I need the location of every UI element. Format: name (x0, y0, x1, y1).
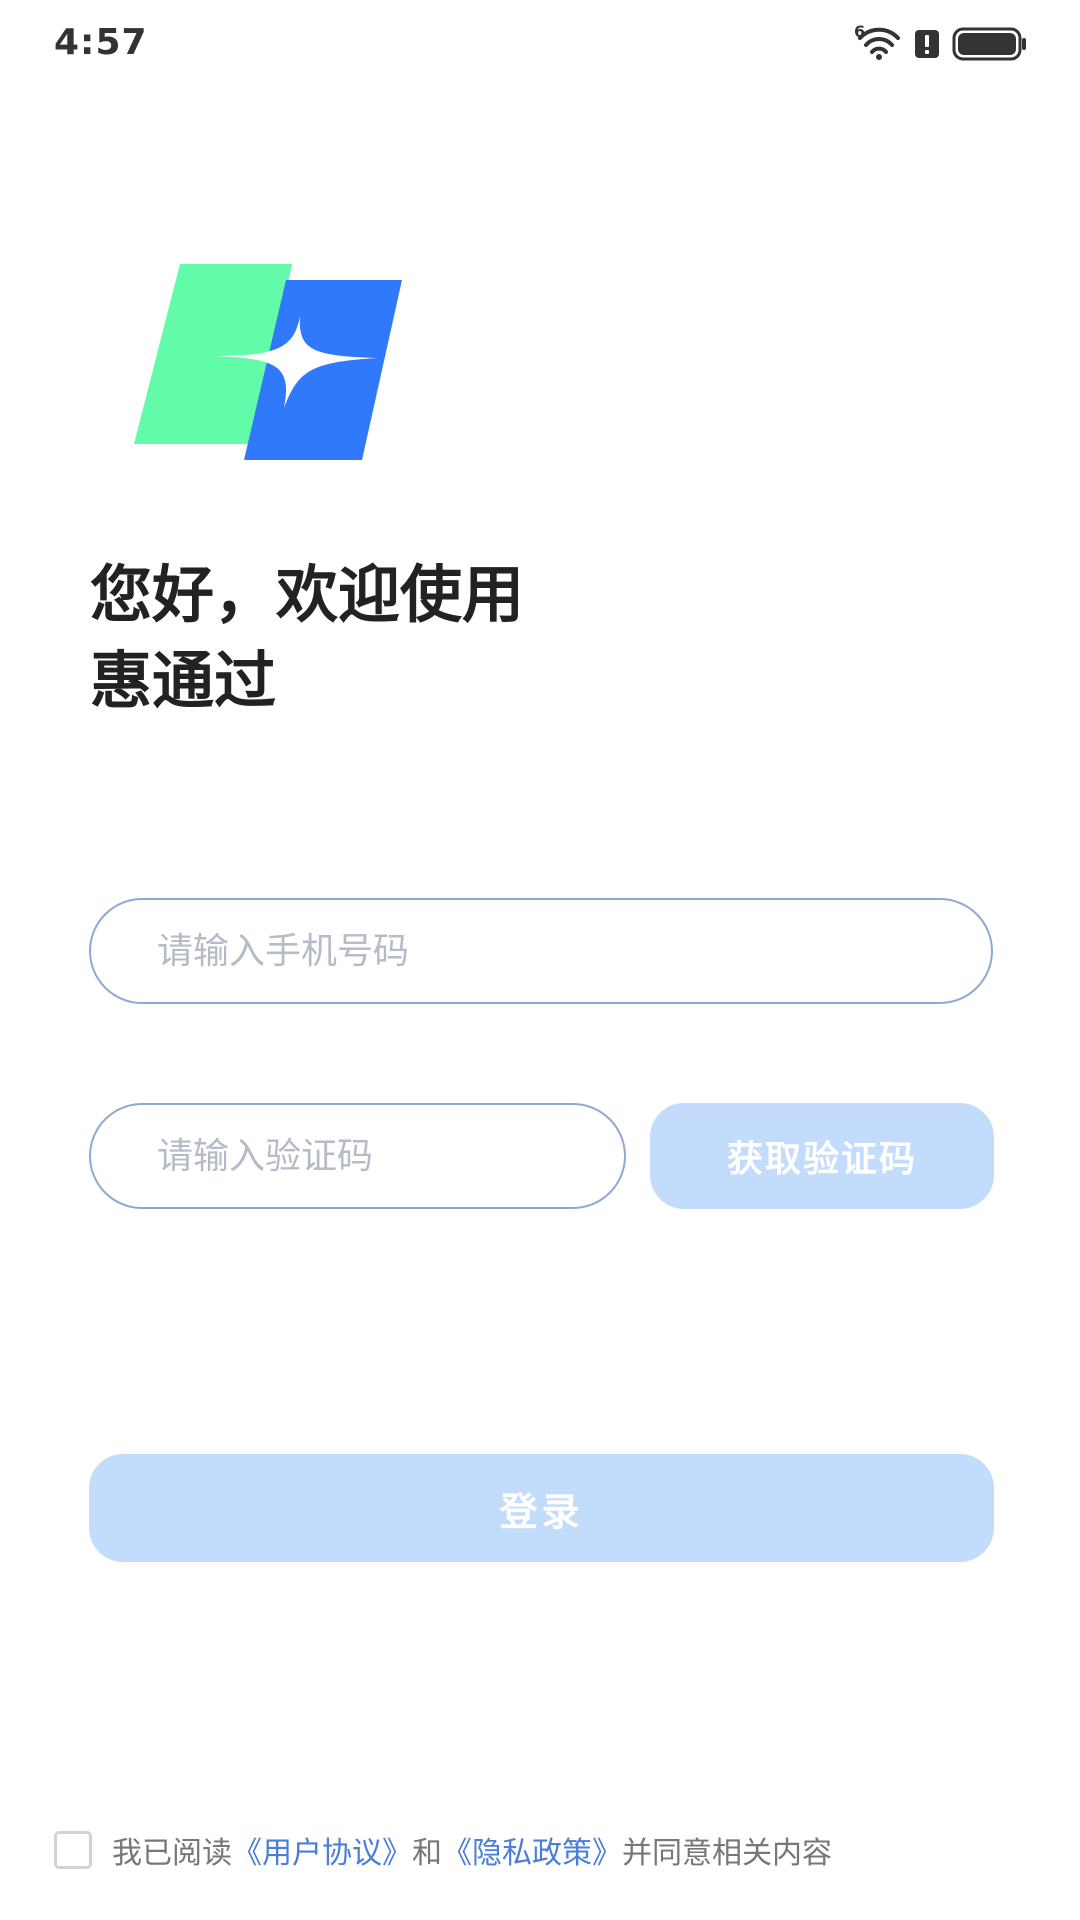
code-field[interactable] (89, 1103, 626, 1209)
agree-checkbox[interactable] (54, 1831, 92, 1869)
app-logo-icon (132, 262, 404, 460)
user-agreement-link[interactable]: 《用户协议》 (232, 1828, 412, 1872)
agreement-suffix: 并同意相关内容 (622, 1836, 832, 1871)
battery-icon (952, 27, 1028, 61)
agreement-conjunction: 和 (412, 1836, 442, 1871)
agreement-row: 我已阅读 《用户协议》 和 《隐私政策》 并同意相关内容 (54, 1826, 832, 1874)
phone-input[interactable] (157, 900, 957, 1002)
status-time: 4:57 (54, 22, 148, 63)
code-input[interactable] (157, 1105, 590, 1207)
get-code-button[interactable]: 获取验证码 (650, 1103, 994, 1209)
login-button[interactable]: 登录 (89, 1454, 994, 1562)
welcome-line-1: 您好，欢迎使用 (90, 558, 525, 631)
privacy-policy-link[interactable]: 《隐私政策》 (442, 1828, 622, 1872)
welcome-line-2: 惠通过 (90, 644, 277, 717)
phone-field[interactable] (89, 898, 993, 1004)
login-screen: 4:57 6 您好，欢迎使用 惠通过 请输入手机号码 请输入验证码 获取验证码 … (0, 0, 1080, 1920)
status-icons: 6 (854, 22, 1028, 64)
agreement-prefix: 我已阅读 (112, 1836, 232, 1871)
wifi-icon: 6 (854, 22, 902, 62)
status-bar: 4:57 6 (0, 0, 1080, 88)
alert-icon (914, 29, 940, 59)
wifi-badge: 6 (854, 22, 866, 41)
welcome-heading: 您好，欢迎使用 惠通过 (90, 552, 890, 724)
